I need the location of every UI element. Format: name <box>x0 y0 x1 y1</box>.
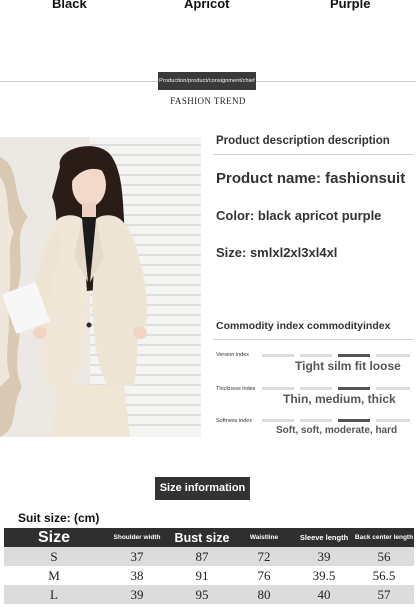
version-index-label: Version index <box>216 352 250 358</box>
divider-left <box>0 81 158 82</box>
thickness-seg-3 <box>338 387 370 390</box>
table-row: L 39 95 80 40 57 <box>4 585 414 604</box>
brand-banner: Production/product/consignment/chief <box>158 72 256 90</box>
divider-right <box>256 81 416 82</box>
cell-sleeve: 40 <box>294 585 354 604</box>
thickness-seg-2 <box>300 387 332 390</box>
version-index-scale <box>262 354 410 357</box>
commodity-heading: Commodity index commodityindex <box>216 320 391 332</box>
cell-waist: 80 <box>234 585 294 604</box>
softness-seg-2 <box>300 419 332 422</box>
suit-size-label: Suit size: (cm) <box>18 511 100 525</box>
cell-shoulder: 38 <box>104 566 170 585</box>
version-seg-2 <box>300 354 332 357</box>
thickness-seg-1 <box>262 387 294 390</box>
thickness-index-values: Thin, medium, thick <box>283 392 396 406</box>
thickness-index-scale <box>262 387 410 390</box>
cell-sleeve: 39.5 <box>294 566 354 585</box>
header-size: Size <box>4 528 104 547</box>
cell-shoulder: 37 <box>104 547 170 566</box>
cell-waist: 72 <box>234 547 294 566</box>
thickness-seg-4 <box>376 387 410 390</box>
header-waistline: Waistline <box>234 528 294 547</box>
version-seg-1 <box>262 354 294 357</box>
softness-seg-4 <box>376 419 410 422</box>
size-information-button: Size information <box>155 477 250 500</box>
table-row: M 38 91 76 39.5 56.5 <box>4 566 414 585</box>
table-header-row: Size Shoulder width Bust size Waistline … <box>4 528 414 547</box>
cell-bust: 87 <box>170 547 234 566</box>
softness-index-label: Softness index <box>216 418 253 424</box>
color-label-purple: Purple <box>330 0 371 11</box>
thickness-index-label: Thickness index <box>216 386 256 392</box>
cell-waist: 76 <box>234 566 294 585</box>
cell-bust: 95 <box>170 585 234 604</box>
softness-seg-3 <box>338 419 370 422</box>
version-index-values: Tight silm fit loose <box>295 359 401 373</box>
color-label-apricot: Apricot <box>184 0 230 11</box>
product-photo <box>0 137 201 437</box>
size-table: Size Shoulder width Bust size Waistline … <box>4 528 414 604</box>
softness-seg-1 <box>262 419 294 422</box>
header-back-center-length: Back center length <box>354 528 414 547</box>
cell-back: 56.5 <box>354 566 414 585</box>
product-color: Color: black apricot purple <box>216 208 382 223</box>
table-row: S 37 87 72 39 56 <box>4 547 414 566</box>
softness-index-values: Soft, soft, moderate, hard <box>276 425 398 436</box>
cell-sleeve: 39 <box>294 547 354 566</box>
cell-size: S <box>4 547 104 566</box>
header-bust-size: Bust size <box>170 528 234 547</box>
commodity-divider <box>213 339 413 340</box>
cell-bust: 91 <box>170 566 234 585</box>
header-shoulder-width: Shoulder width <box>104 528 170 547</box>
softness-index-scale <box>262 419 410 422</box>
header-sleeve-length: Sleeve length <box>294 528 354 547</box>
version-seg-3 <box>338 354 370 357</box>
cell-back: 56 <box>354 547 414 566</box>
version-seg-4 <box>376 354 410 357</box>
product-size: Size: smlxl2xl3xl4xl <box>216 245 338 260</box>
cell-shoulder: 39 <box>104 585 170 604</box>
description-heading: Product description description <box>216 135 390 147</box>
cell-size: L <box>4 585 104 604</box>
description-divider <box>213 154 413 155</box>
cell-back: 57 <box>354 585 414 604</box>
product-name: Product name: fashionsuit <box>216 170 406 187</box>
fashion-trend-label: FASHION TREND <box>170 96 246 106</box>
cell-size: M <box>4 566 104 585</box>
color-label-black: Black <box>52 0 87 11</box>
